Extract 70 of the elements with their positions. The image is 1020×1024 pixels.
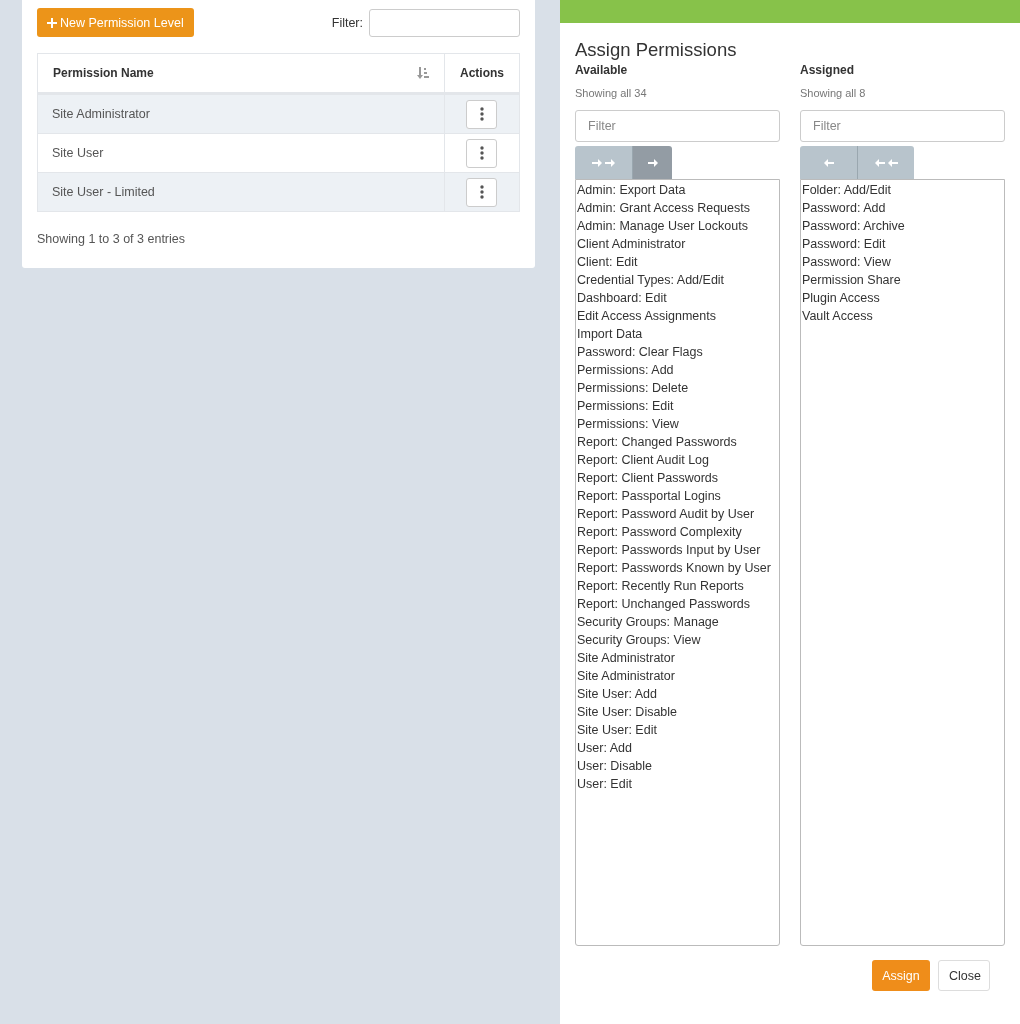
filter-field[interactable]	[369, 8, 520, 37]
list-item[interactable]: Dashboard: Edit	[576, 289, 779, 307]
list-item[interactable]: Site Administrator	[576, 667, 779, 685]
move-all-right-button[interactable]	[575, 146, 632, 179]
list-item[interactable]: Admin: Export Data	[576, 181, 779, 199]
more-vertical-icon	[480, 107, 484, 121]
list-item[interactable]: Admin: Grant Access Requests	[576, 199, 779, 217]
list-item[interactable]: Report: Passwords Input by User	[576, 541, 779, 559]
list-item[interactable]: Permissions: View	[576, 415, 779, 433]
list-item[interactable]: Security Groups: View	[576, 631, 779, 649]
count-label: Showing all 34	[575, 87, 648, 99]
table-cell: Site User - Limited	[37, 172, 445, 212]
actions-menu-button[interactable]	[466, 99, 498, 129]
list-item[interactable]: Permission Share	[801, 271, 1004, 289]
list-item[interactable]: Edit Access Assignments	[576, 307, 779, 325]
arrow-icon	[591, 156, 616, 169]
close-button[interactable]: Close	[938, 960, 990, 991]
actions-menu-button[interactable]	[466, 138, 498, 168]
more-vertical-icon	[480, 185, 484, 199]
list-item[interactable]: Report: Client Audit Log	[576, 451, 779, 469]
list-item[interactable]: User: Edit	[576, 775, 779, 793]
list-item[interactable]: Vault Access	[801, 307, 1004, 325]
move-left-button[interactable]	[800, 146, 857, 179]
list-heading: Available	[575, 63, 629, 77]
table-cell: Site User	[37, 133, 445, 173]
list-item[interactable]: Import Data	[576, 325, 779, 343]
list-item[interactable]: Password: Add	[801, 199, 1004, 217]
list-item[interactable]: Password: Edit	[801, 235, 1004, 253]
table-cell: Site Administrator	[37, 93, 445, 134]
list-item[interactable]: User: Disable	[576, 757, 779, 775]
list-item[interactable]: Client Administrator	[576, 235, 779, 253]
list-item[interactable]: Report: Unchanged Passwords	[576, 595, 779, 613]
list-item[interactable]: Report: Passportal Logins	[576, 487, 779, 505]
entries-info: Showing 1 to 3 of 3 entries	[37, 232, 186, 246]
more-vertical-icon	[480, 146, 484, 160]
list-item[interactable]: Admin: Manage User Lockouts	[576, 217, 779, 235]
sort-icon	[417, 67, 429, 79]
list-item[interactable]: Password: View	[801, 253, 1004, 271]
list-item[interactable]: Permissions: Edit	[576, 397, 779, 415]
filter-field[interactable]: Filter	[800, 110, 1005, 142]
list-item[interactable]: Credential Types: Add/Edit	[576, 271, 779, 289]
plus-icon	[47, 17, 57, 28]
list-item[interactable]: User: Add	[576, 739, 779, 757]
list-item[interactable]: Site User: Disable	[576, 703, 779, 721]
count-label: Showing all 8	[800, 87, 867, 99]
list-item[interactable]: Permissions: Delete	[576, 379, 779, 397]
list-item[interactable]: Security Groups: Manage	[576, 613, 779, 631]
list-item[interactable]: Report: Password Audit by User	[576, 505, 779, 523]
list-item[interactable]: Site Administrator	[576, 649, 779, 667]
list-item[interactable]: Report: Password Complexity	[576, 523, 779, 541]
list-item[interactable]: Report: Client Passwords	[576, 469, 779, 487]
filter-label: Filter:	[331, 15, 363, 30]
list-item[interactable]: Site User: Edit	[576, 721, 779, 739]
list-item[interactable]: Report: Recently Run Reports	[576, 577, 779, 595]
filter-field[interactable]: Filter	[575, 110, 780, 142]
list-item[interactable]: Folder: Add/Edit	[801, 181, 1004, 199]
list-item[interactable]: Client: Edit	[576, 253, 779, 271]
arrow-icon	[646, 156, 659, 169]
panel-title: Assign Permissions	[575, 39, 738, 61]
move-all-left-button[interactable]	[857, 146, 914, 179]
list-item[interactable]: Plugin Access	[801, 289, 1004, 307]
list-item[interactable]: Password: Clear Flags	[576, 343, 779, 361]
list-item[interactable]: Password: Archive	[801, 217, 1004, 235]
move-right-button[interactable]	[632, 146, 672, 179]
list-heading: Assigned	[800, 63, 855, 77]
list-item[interactable]: Permissions: Add	[576, 361, 779, 379]
list-item[interactable]: Site User: Add	[576, 685, 779, 703]
actions-menu-button[interactable]	[466, 177, 498, 207]
list-item[interactable]: Report: Changed Passwords	[576, 433, 779, 451]
list-item[interactable]: Report: Passwords Known by User	[576, 559, 779, 577]
